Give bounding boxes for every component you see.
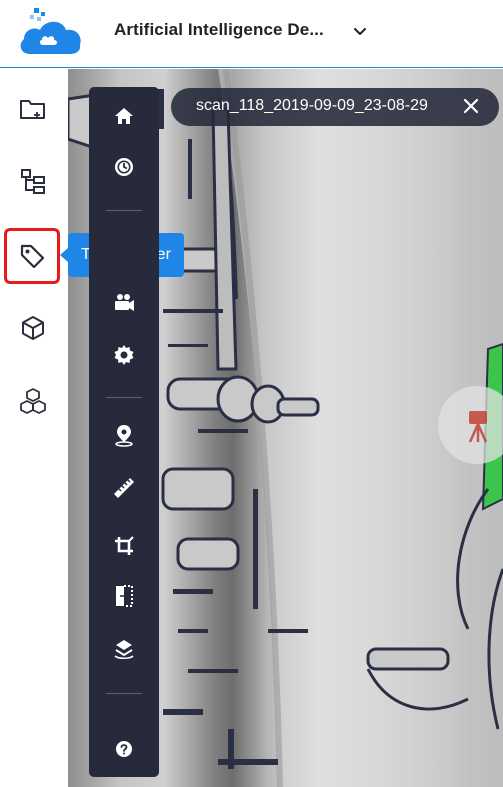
location-button[interactable] bbox=[104, 415, 144, 455]
tag-explorer-button[interactable] bbox=[4, 228, 60, 284]
close-icon[interactable] bbox=[461, 96, 481, 116]
compare-icon bbox=[116, 585, 133, 607]
assets-button[interactable] bbox=[8, 377, 58, 427]
app-header: Artificial Intelligence De... bbox=[0, 0, 503, 68]
cubes-icon bbox=[20, 388, 46, 414]
settings-icon bbox=[114, 345, 134, 365]
cloud-logo-icon[interactable] bbox=[18, 8, 84, 58]
toolbar-separator bbox=[106, 210, 142, 211]
toolbar-separator bbox=[106, 397, 142, 398]
tag-icon bbox=[20, 244, 45, 269]
help-button[interactable] bbox=[104, 729, 144, 769]
scan-tab-label: scan_118_2019-09-09_23-08-29 bbox=[196, 97, 428, 114]
home-button[interactable] bbox=[104, 96, 144, 136]
scan-tab[interactable]: scan_118_2019-09-09_23-08-29 bbox=[171, 88, 499, 126]
tooltip-arrow bbox=[60, 248, 68, 262]
toolbar-separator bbox=[106, 693, 142, 694]
crop-button[interactable] bbox=[104, 526, 144, 566]
model-button[interactable] bbox=[8, 303, 58, 353]
clock-icon bbox=[115, 158, 133, 176]
home-icon bbox=[115, 108, 133, 124]
location-icon bbox=[115, 425, 133, 447]
camera-button[interactable] bbox=[104, 283, 144, 323]
ruler-icon bbox=[114, 478, 134, 498]
measure-button[interactable] bbox=[104, 468, 144, 508]
project-title[interactable]: Artificial Intelligence De... bbox=[114, 20, 324, 40]
folder-button[interactable] bbox=[8, 85, 58, 135]
left-rail bbox=[0, 69, 68, 787]
help-icon bbox=[116, 741, 132, 757]
hierarchy-icon bbox=[21, 169, 45, 194]
history-button[interactable] bbox=[104, 147, 144, 187]
cube-icon bbox=[22, 316, 44, 340]
layers-icon bbox=[114, 640, 134, 660]
chevron-down-icon[interactable] bbox=[350, 22, 370, 42]
crop-icon bbox=[115, 536, 134, 555]
hierarchy-button[interactable] bbox=[8, 157, 58, 207]
camera-icon bbox=[115, 294, 134, 311]
settings-button[interactable] bbox=[104, 335, 144, 375]
folder-icon bbox=[20, 100, 45, 119]
layers-button[interactable] bbox=[104, 629, 144, 669]
compare-button[interactable] bbox=[104, 576, 144, 616]
tripod-scanner-icon bbox=[468, 411, 488, 443]
viewer-toolbar bbox=[89, 87, 159, 777]
